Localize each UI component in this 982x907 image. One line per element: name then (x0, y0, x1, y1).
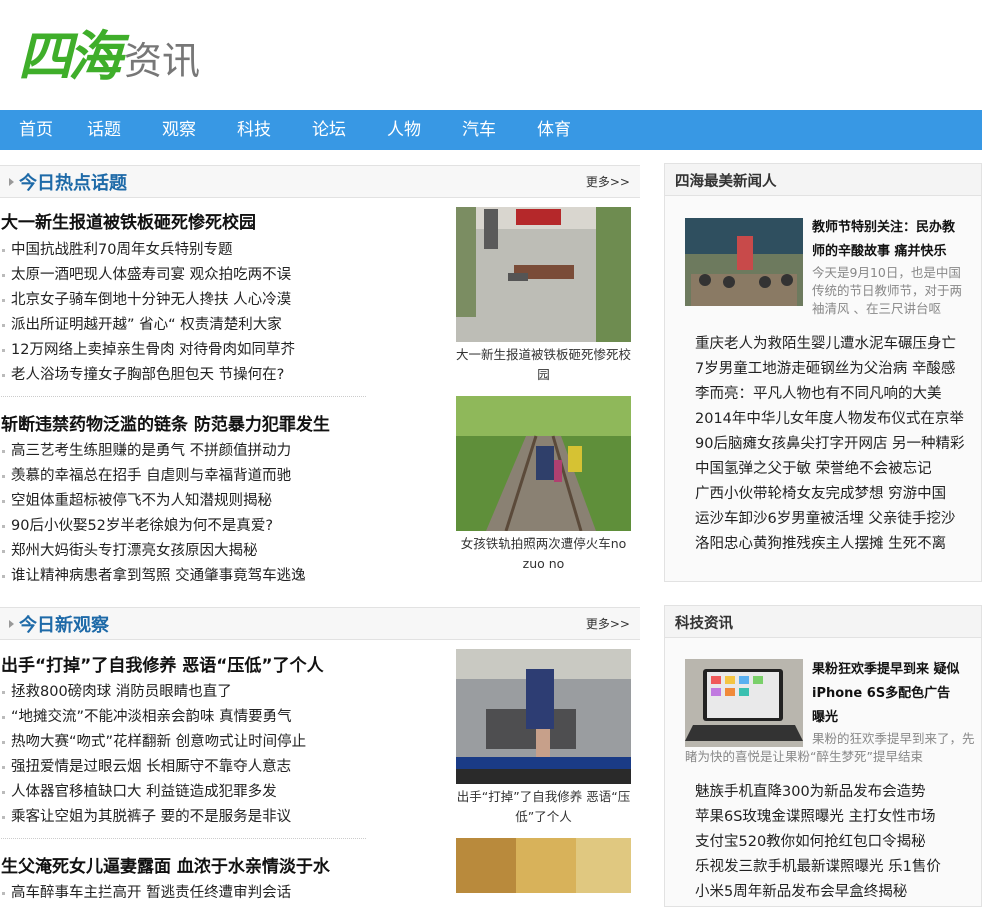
list-item[interactable]: 乐视发三款手机最新谍照曝光 乐1售价 (695, 855, 975, 880)
list-item[interactable]: 老人浴场专撞女子胸部色胆包天 节操何在? (1, 363, 295, 388)
news-list: 拯救800磅肉球 消防员眼睛也直了 “地摊交流”不能冲淡相亲会韵味 真情要勇气 … (1, 680, 306, 830)
nav-observe[interactable]: 观察 (162, 110, 196, 150)
list-item[interactable]: 派出所证明越开越” 省心“ 权责清楚利大家 (1, 313, 295, 338)
box-title: 四海最美新闻人 (675, 174, 777, 190)
more-link[interactable]: 更多>> (586, 173, 630, 190)
hot-topics-header: 今日热点话题 更多>> (0, 165, 640, 198)
list-item[interactable]: 北京女子骑车倒地十分钟无人搀扶 人心冷漠 (1, 288, 295, 313)
list-item[interactable]: 90后脑瘫女孩鼻尖打字开网店 另一种精彩 (695, 432, 975, 457)
section-arrow-icon (9, 620, 14, 628)
news-list: 中国抗战胜利70周年女兵特别专题 太原一酒吧现人体盛寿司宴 观众拍吃两不误 北京… (1, 238, 295, 388)
list-item[interactable]: 中国抗战胜利70周年女兵特别专题 (1, 238, 295, 263)
list-item[interactable]: 2014年中华儿女年度人物发布仪式在京举 (695, 407, 975, 432)
list-item[interactable]: 太原一酒吧现人体盛寿司宴 观众拍吃两不误 (1, 263, 295, 288)
tech-list: 魅族手机直降300为新品发布会造势 苹果6S玫瑰金谍照曝光 主打女性市场 支付宝… (695, 780, 975, 905)
photo-caption[interactable]: 女孩铁轨拍照两次遭停火车no zuo no (456, 534, 631, 574)
list-item[interactable]: 空姐体重超标被停飞不为人知潜规则揭秘 (1, 489, 306, 514)
nav-tech[interactable]: 科技 (237, 110, 271, 150)
divider (1, 396, 366, 397)
news-photo[interactable] (456, 396, 631, 531)
people-box: 四海最美新闻人 教师节特别关注：民办教师的辛酸故事 痛并快乐 今天是9月10日，… (664, 163, 982, 582)
logo-mark: 四海 (18, 24, 122, 88)
nav-home[interactable]: 首页 (19, 110, 53, 150)
news-list: 高车醉事车主拦高开 暂逃责任终遭审判会话 (1, 881, 291, 906)
list-item[interactable]: 洛阳忠心黄狗推残疾主人摆摊 生死不离 (695, 532, 975, 557)
nav-auto[interactable]: 汽车 (462, 110, 496, 150)
main-nav: 首页 话题 观察 科技 论坛 人物 汽车 体育 (0, 110, 982, 150)
nav-people[interactable]: 人物 (387, 110, 421, 150)
news-photo[interactable] (456, 649, 631, 784)
photo-caption[interactable]: 大一新生报道被铁板砸死惨死校园 (456, 345, 631, 385)
people-list: 重庆老人为救陌生婴儿遭水泥车碾压身亡 7岁男童工地游走砸钢丝为父治病 辛酸感 李… (695, 332, 975, 557)
feature-title[interactable]: 果粉狂欢季提早到来 疑似iPhone 6S多配色广告曝光 (812, 658, 962, 730)
section-title: 今日新观察 (19, 615, 109, 636)
feature-photo[interactable] (685, 218, 803, 306)
news-photo[interactable] (456, 207, 631, 342)
divider (1, 838, 366, 839)
tech-box: 科技资讯 果粉狂欢季提早到来 疑似iPhone 6S多配色广告曝光 果粉的狂欢季… (664, 605, 982, 907)
list-item[interactable]: 高三艺考生练胆赚的是勇气 不拼颜值拼动力 (1, 439, 306, 464)
list-item[interactable]: 乘客让空姐为其脱裤子 要的不是服务是非议 (1, 805, 306, 830)
news-photo[interactable] (456, 838, 631, 893)
list-item[interactable]: 谁让精神病患者拿到驾照 交通肇事竟驾车逃逸 (1, 564, 306, 589)
photo-caption[interactable]: 出手“打掉”了自我修养 恶语“压低”了个人 (456, 787, 631, 827)
list-item[interactable]: 郑州大妈街头专打漂亮女孩原因大揭秘 (1, 539, 306, 564)
list-item[interactable]: 重庆老人为救陌生婴儿遭水泥车碾压身亡 (695, 332, 975, 357)
list-item[interactable]: 李而亮：平凡人物也有不同凡响的大美 (695, 382, 975, 407)
site-logo[interactable]: 四海 资讯 (18, 22, 200, 86)
section-title: 今日热点话题 (19, 173, 127, 194)
nav-topics[interactable]: 话题 (87, 110, 121, 150)
more-link[interactable]: 更多>> (586, 615, 630, 632)
headline[interactable]: 大一新生报道被铁板砸死惨死校园 (1, 208, 256, 233)
list-item[interactable]: “地摊交流”不能冲淡相亲会韵味 真情要勇气 (1, 705, 306, 730)
headline[interactable]: 生父淹死女儿逼妻露面 血浓于水亲情淡于水 (1, 852, 330, 877)
feature-title[interactable]: 教师节特别关注：民办教师的辛酸故事 痛并快乐 (812, 216, 962, 264)
list-item[interactable]: 支付宝520教你如何抢红包口令揭秘 (695, 830, 975, 855)
list-item[interactable]: 热吻大赛“吻式”花样翻新 创意吻式让时间停止 (1, 730, 306, 755)
list-item[interactable]: 强扭爱情是过眼云烟 长相厮守不靠夺人意志 (1, 755, 306, 780)
section-arrow-icon (9, 178, 14, 186)
headline[interactable]: 出手“打掉”了自我修养 恶语“压低”了个人 (1, 651, 324, 676)
nav-forum[interactable]: 论坛 (312, 110, 346, 150)
headline[interactable]: 斩断违禁药物泛滥的链条 防范暴力犯罪发生 (1, 410, 330, 435)
observe-header: 今日新观察 更多>> (0, 607, 640, 640)
list-item[interactable]: 广西小伙带轮椅女友完成梦想 穷游中国 (695, 482, 975, 507)
list-item[interactable]: 人体器官移植缺口大 利益链造成犯罪多发 (1, 780, 306, 805)
list-item[interactable]: 中国氢弹之父于敏 荣誉绝不会被忘记 (695, 457, 975, 482)
feature-desc: 今天是9月10日，也是中国传统的节日教师节，对于两袖清风 、在三尺讲台呕 (812, 265, 963, 316)
news-list: 高三艺考生练胆赚的是勇气 不拼颜值拼动力 羡慕的幸福总在招手 自虐则与幸福背道而… (1, 439, 306, 589)
list-item[interactable]: 羡慕的幸福总在招手 自虐则与幸福背道而驰 (1, 464, 306, 489)
box-header: 科技资讯 (665, 606, 981, 638)
list-item[interactable]: 魅族手机直降300为新品发布会造势 (695, 780, 975, 805)
list-item[interactable]: 7岁男童工地游走砸钢丝为父治病 辛酸感 (695, 357, 975, 382)
box-title: 科技资讯 (675, 616, 733, 632)
nav-sports[interactable]: 体育 (537, 110, 571, 150)
list-item[interactable]: 12万网络上卖掉亲生骨肉 对待骨肉如同草芥 (1, 338, 295, 363)
logo-subtitle: 资讯 (124, 39, 201, 83)
list-item[interactable]: 运沙车卸沙6岁男童被活埋 父亲徒手挖沙 (695, 507, 975, 532)
list-item[interactable]: 90后小伙娶52岁半老徐娘为何不是真爱? (1, 514, 306, 539)
box-header: 四海最美新闻人 (665, 164, 981, 196)
list-item[interactable]: 拯救800磅肉球 消防员眼睛也直了 (1, 680, 306, 705)
feature-desc: 果粉的狂欢季提早到来了，先睹为快的喜悦是让果粉“醉生梦死”提早结束 (685, 731, 975, 764)
list-item[interactable]: 高车醉事车主拦高开 暂逃责任终遭审判会话 (1, 881, 291, 906)
list-item[interactable]: 苹果6S玫瑰金谍照曝光 主打女性市场 (695, 805, 975, 830)
